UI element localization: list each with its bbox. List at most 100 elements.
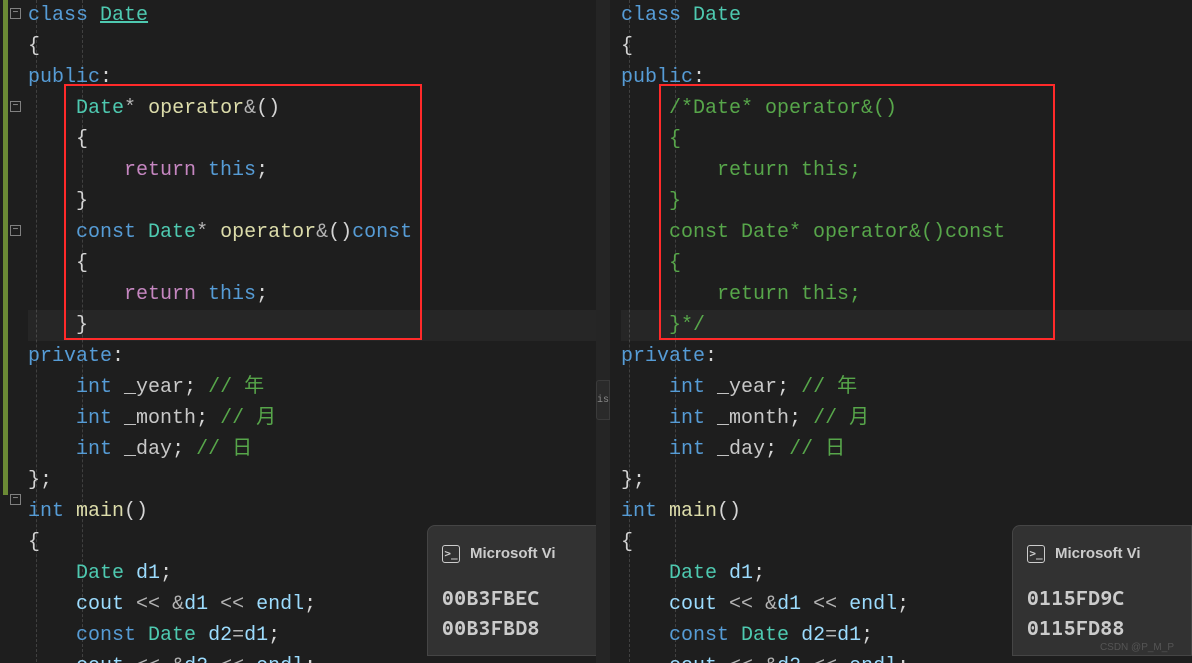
fn: operator (148, 97, 244, 120)
star: * (124, 97, 136, 120)
semi: ; (897, 655, 909, 663)
watermark: CSDN @P_M_P (1100, 632, 1174, 663)
semi: ; (789, 407, 801, 430)
splitter-tab[interactable]: is (596, 380, 610, 420)
colon: : (705, 345, 717, 368)
kw-int: int (669, 438, 705, 461)
op: << (220, 655, 244, 663)
fold-toggle[interactable]: − (10, 494, 21, 505)
op: << (813, 655, 837, 663)
kw-int: int (669, 376, 705, 399)
comment: // 日 (789, 438, 845, 461)
kw-return: return (124, 283, 196, 306)
semi: ; (256, 159, 268, 182)
op: << (729, 593, 753, 616)
op: & (765, 655, 777, 663)
var: d2 (208, 624, 232, 647)
editor-pane-right: class Date { public: /*Date* operator&()… (607, 0, 1192, 663)
brace: { (621, 531, 633, 554)
comment: { (669, 128, 681, 151)
var: endl (849, 655, 897, 663)
kw-public: public (621, 66, 693, 89)
var: endl (256, 593, 304, 616)
var: endl (849, 593, 897, 616)
type: Date (76, 97, 124, 120)
comment: return this; (669, 283, 861, 306)
console-title: Microsoft Vi (1055, 538, 1141, 569)
fold-toggle[interactable]: − (10, 8, 21, 19)
var: endl (256, 655, 304, 663)
var: d1 (837, 624, 861, 647)
amp: & (316, 221, 328, 244)
pane-splitter[interactable]: is (596, 0, 610, 663)
kw-class: class (621, 4, 681, 27)
comment: // 月 (220, 407, 276, 430)
var: d2 (184, 655, 208, 663)
comment: } (669, 190, 681, 213)
kw-private: private (621, 345, 705, 368)
op: = (232, 624, 244, 647)
comment: { (669, 252, 681, 275)
semi: ; (861, 624, 873, 647)
type: Date (148, 221, 196, 244)
kw-int: int (669, 407, 705, 430)
semi: ; (184, 376, 196, 399)
semi: ; (172, 438, 184, 461)
kw-int: int (621, 500, 657, 523)
var: cout (669, 593, 717, 616)
brace: { (28, 35, 40, 58)
comment: // 日 (196, 438, 252, 461)
fold-toggle[interactable]: − (10, 101, 21, 112)
comment: const Date* operator&()const (669, 221, 1005, 244)
kw-this: this (208, 159, 256, 182)
comment: }*/ (669, 314, 705, 337)
console-title: Microsoft Vi (470, 538, 556, 569)
var: d1 (729, 562, 753, 585)
console-window-left[interactable]: >_ Microsoft Vi 00B3FBEC 00B3FBD8 (427, 525, 607, 656)
var: _month (717, 407, 789, 430)
clsname: Date (100, 4, 148, 27)
var: d2 (801, 624, 825, 647)
kw-this: this (208, 283, 256, 306)
type: Date (76, 562, 124, 585)
brace: { (76, 252, 88, 275)
par: () (256, 97, 280, 120)
op: & (172, 593, 184, 616)
clsname: Date (693, 4, 741, 27)
var: d1 (136, 562, 160, 585)
type: Date (148, 624, 196, 647)
semi: ; (633, 469, 645, 492)
console-line: 0115FD9C (1027, 583, 1177, 613)
var: _day (717, 438, 765, 461)
op: & (172, 655, 184, 663)
brace: { (621, 35, 633, 58)
semi: ; (765, 438, 777, 461)
comment: // 年 (801, 376, 857, 399)
kw-const: const (669, 624, 729, 647)
comment: // 月 (813, 407, 869, 430)
kw-public: public (28, 66, 100, 89)
brace: } (76, 190, 88, 213)
cmd-icon: >_ (1027, 545, 1045, 563)
brace: } (28, 469, 40, 492)
op: & (765, 593, 777, 616)
semi: ; (753, 562, 765, 585)
var: _year (124, 376, 184, 399)
type: Date (669, 562, 717, 585)
kw-const: const (352, 221, 412, 244)
op: = (825, 624, 837, 647)
var: d1 (777, 593, 801, 616)
console-line: 00B3FBEC (442, 583, 592, 613)
fold-toggle[interactable]: − (10, 225, 21, 236)
kw-int: int (76, 376, 112, 399)
var: d2 (777, 655, 801, 663)
par: () (717, 500, 741, 523)
fn: operator (220, 221, 316, 244)
console-line: 00B3FBD8 (442, 613, 592, 643)
var: _day (124, 438, 172, 461)
kw-const: const (76, 624, 136, 647)
brace: { (76, 128, 88, 151)
fn: main (76, 500, 124, 523)
kw-int: int (28, 500, 64, 523)
par: () (328, 221, 352, 244)
